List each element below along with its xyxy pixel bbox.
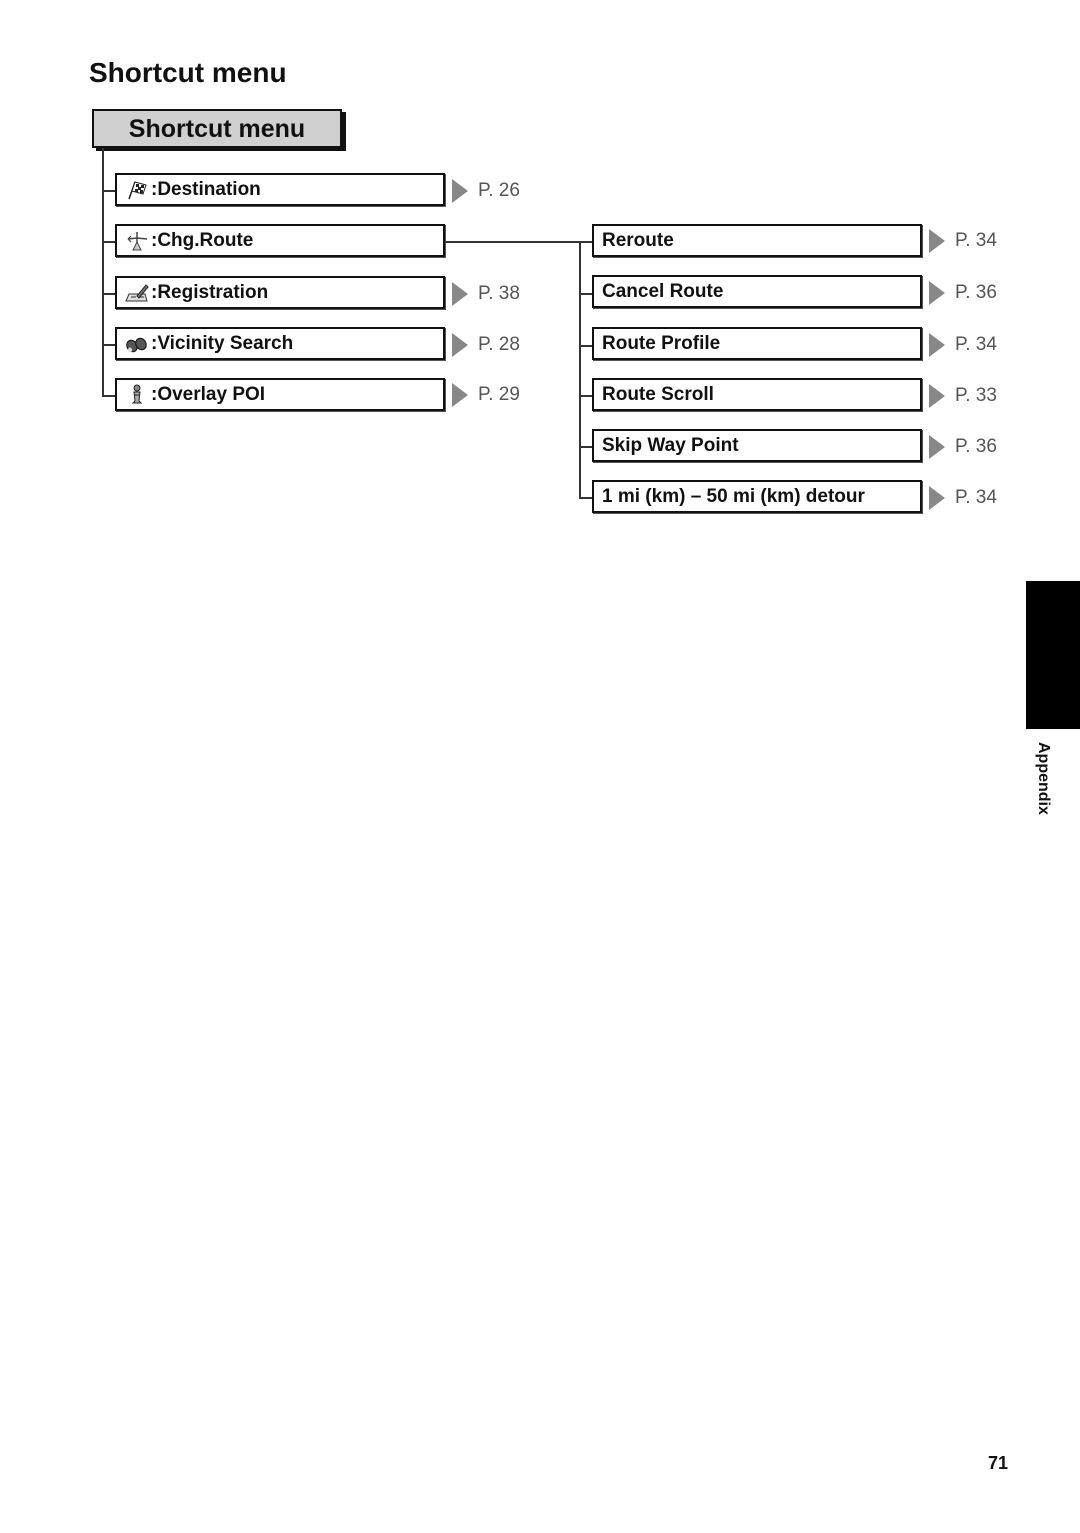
section-tab-marker <box>1026 581 1080 729</box>
page-reference: P. 29 <box>452 383 520 407</box>
menu-item-label: :Vicinity Search <box>151 332 294 354</box>
right-branch <box>579 345 592 347</box>
right-branch <box>579 497 592 499</box>
left-tree-trunk <box>102 148 104 396</box>
page-reference: P. 34 <box>929 333 997 357</box>
right-tree-trunk <box>579 241 581 498</box>
page-reference: P. 28 <box>452 333 520 357</box>
arrow-right-icon <box>929 333 945 357</box>
page-heading: Shortcut menu <box>89 57 287 88</box>
submenu-item-label: Cancel Route <box>602 280 724 302</box>
submenu-connector <box>445 241 592 243</box>
route-change-icon <box>127 231 148 250</box>
submenu-item-label: Route Scroll <box>602 383 714 405</box>
submenu-item-route-scroll[interactable]: Route Scroll <box>592 378 922 411</box>
arrow-right-icon <box>452 383 468 407</box>
info-poi-icon <box>131 384 143 403</box>
menu-item-label: :Registration <box>151 281 269 303</box>
page-reference: P. 36 <box>929 281 997 305</box>
right-branch <box>579 293 592 295</box>
page-reference: P. 36 <box>929 435 997 459</box>
menu-item-label: :Overlay POI <box>151 383 266 405</box>
menu-item-registration[interactable]: :Registration <box>115 276 445 309</box>
binoculars-icon <box>126 337 147 352</box>
submenu-item-detour[interactable]: 1 mi (km) – 50 mi (km) detour <box>592 480 922 513</box>
submenu-item-reroute[interactable]: Reroute <box>592 224 922 257</box>
page-reference: P. 38 <box>452 282 520 306</box>
right-branch <box>579 446 592 448</box>
arrow-right-icon <box>452 333 468 357</box>
submenu-item-label: 1 mi (km) – 50 mi (km) detour <box>602 485 865 507</box>
page-reference: P. 34 <box>929 229 997 253</box>
submenu-item-cancel-route[interactable]: Cancel Route <box>592 275 922 308</box>
submenu-item-route-profile[interactable]: Route Profile <box>592 327 922 360</box>
left-branch <box>102 395 115 397</box>
submenu-item-skip-way-point[interactable]: Skip Way Point <box>592 429 922 462</box>
menu-item-label: :Chg.Route <box>151 229 254 251</box>
arrow-right-icon <box>452 282 468 306</box>
checkered-flag-icon <box>128 180 147 199</box>
arrow-right-icon <box>929 435 945 459</box>
menu-item-label: :Destination <box>151 178 261 200</box>
menu-item-destination[interactable]: :Destination <box>115 173 445 206</box>
section-tab-label: Appendix <box>1035 742 1052 815</box>
submenu-item-label: Route Profile <box>602 332 721 354</box>
arrow-right-icon <box>929 384 945 408</box>
right-branch <box>579 395 592 397</box>
registration-book-icon <box>125 283 149 301</box>
left-branch <box>102 190 115 192</box>
arrow-right-icon <box>929 229 945 253</box>
menu-header: Shortcut menu <box>92 109 342 148</box>
left-branch <box>102 241 115 243</box>
left-branch <box>102 344 115 346</box>
menu-item-vicinity-search[interactable]: :Vicinity Search <box>115 327 445 360</box>
left-branch <box>102 293 115 295</box>
page-reference: P. 26 <box>452 179 520 203</box>
arrow-right-icon <box>929 486 945 510</box>
submenu-item-label: Skip Way Point <box>602 434 739 456</box>
page-number: 71 <box>988 1453 1009 1473</box>
menu-item-overlay-poi[interactable]: :Overlay POI <box>115 378 445 411</box>
page-reference: P. 34 <box>929 486 997 510</box>
page-reference: P. 33 <box>929 384 997 408</box>
arrow-right-icon <box>452 179 468 203</box>
menu-item-chg-route[interactable]: :Chg.Route <box>115 224 445 257</box>
submenu-item-label: Reroute <box>602 229 674 251</box>
arrow-right-icon <box>929 281 945 305</box>
